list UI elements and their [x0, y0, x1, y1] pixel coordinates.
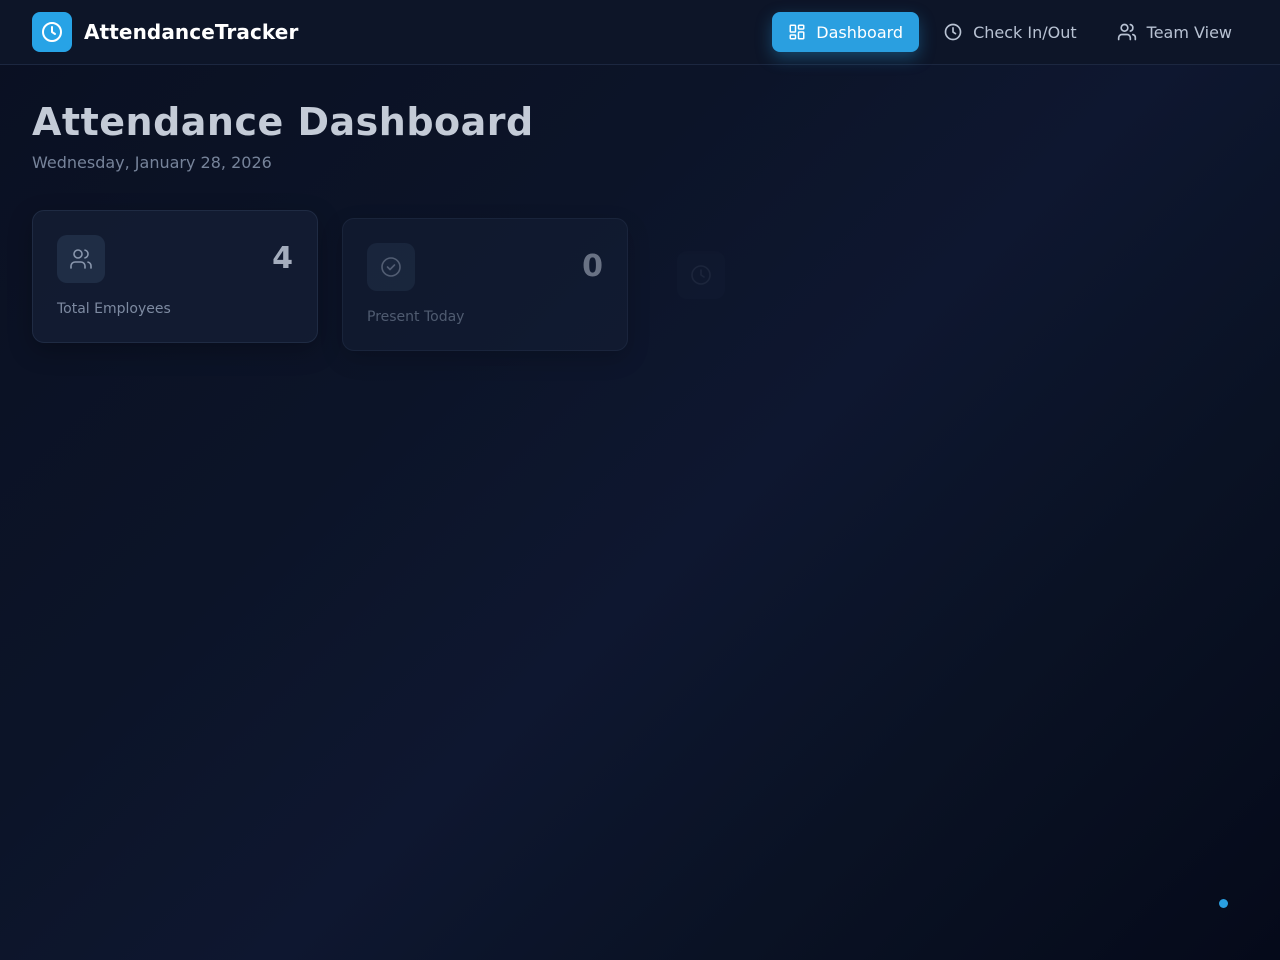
main-nav: Dashboard Check In/Out Team View: [764, 12, 1248, 52]
stat-card-total-employees: 4 Total Employees: [32, 210, 318, 343]
top-navbar: AttendanceTracker Dashboard Check In/Out: [0, 0, 1280, 65]
stat-value: 4: [272, 241, 293, 276]
stat-card-present-today: 0 Present Today: [342, 218, 628, 351]
clock-icon: [677, 251, 725, 299]
check-circle-icon: [367, 243, 415, 291]
grid-icon: [789, 24, 805, 40]
brand[interactable]: AttendanceTracker: [32, 12, 298, 52]
nav-team-view[interactable]: Team View: [1101, 12, 1248, 52]
users-icon: [57, 235, 105, 283]
page-title: Attendance Dashboard: [32, 100, 534, 144]
app-name: AttendanceTracker: [84, 20, 299, 44]
page-date: Wednesday, January 28, 2026: [32, 153, 272, 172]
stat-label: Present Today: [367, 309, 465, 325]
nav-dashboard-label: Dashboard: [816, 22, 904, 42]
nav-check-in-out-label: Check In/Out: [973, 22, 1077, 42]
users-icon: [1117, 23, 1136, 41]
stat-card-loading: [652, 226, 938, 359]
clock-icon: [32, 12, 72, 52]
nav-check-in-out[interactable]: Check In/Out: [927, 12, 1093, 52]
status-indicator-dot: [1219, 899, 1228, 908]
nav-team-view-label: Team View: [1146, 22, 1232, 42]
stat-label: Total Employees: [57, 301, 171, 317]
clock-icon: [944, 23, 962, 41]
stat-value: 0: [582, 249, 603, 284]
nav-dashboard[interactable]: Dashboard: [772, 12, 920, 52]
